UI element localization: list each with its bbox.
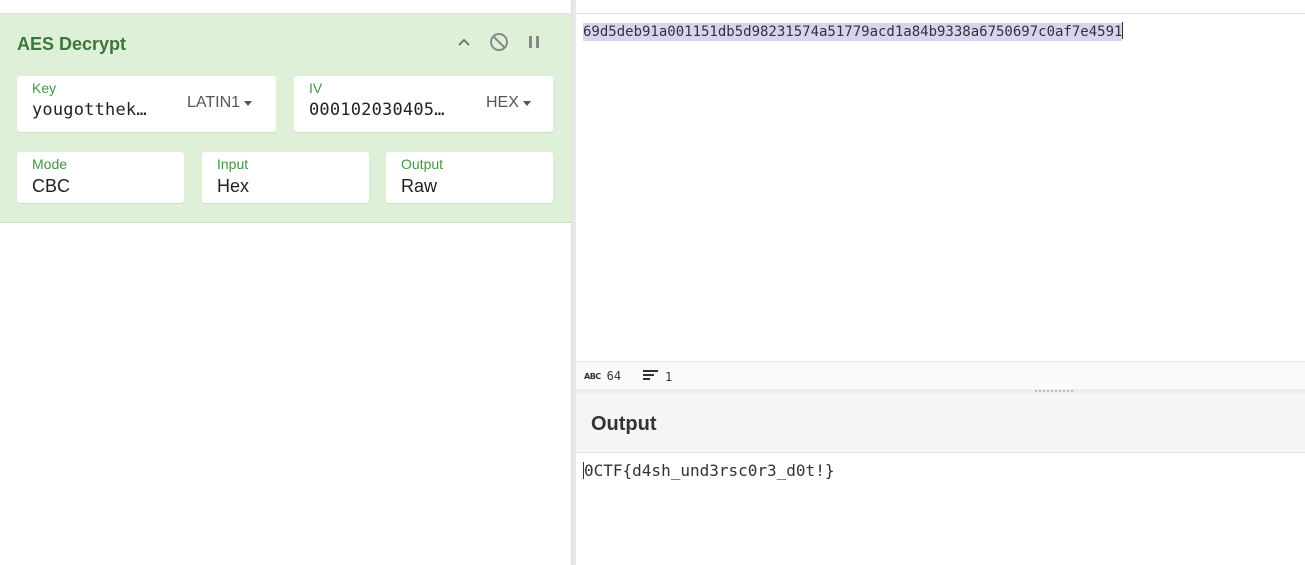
iv-encoding-dropdown[interactable]: HEX <box>486 94 531 112</box>
caret-down-icon <box>244 100 253 106</box>
input-text-selected: 69d5deb91a001151db5d98231574a51779acd1a8… <box>583 23 1123 41</box>
output-title: Output <box>591 413 657 435</box>
input-format-select[interactable]: Input Hex <box>202 152 369 203</box>
mode-select[interactable]: Mode CBC <box>17 152 184 203</box>
operation-title: AES Decrypt <box>17 34 127 54</box>
output-format-value: Raw <box>401 176 438 196</box>
char-count-stat: ABC 64 <box>584 369 621 383</box>
app-root: AES Decrypt Key yougotthek… LATIN1 IV 00… <box>0 0 1305 565</box>
input-format-value: Hex <box>217 176 250 196</box>
iv-field[interactable]: IV 000102030405… HEX <box>294 76 553 132</box>
io-pane: 69d5deb91a001151db5d98231574a51779acd1a8… <box>576 0 1305 565</box>
mode-label: Mode <box>32 156 68 172</box>
output-format-select[interactable]: Output Raw <box>386 152 553 203</box>
abc-icon: ABC <box>584 371 601 381</box>
key-input[interactable]: yougotthek… <box>32 100 162 120</box>
input-textarea[interactable]: 69d5deb91a001151db5d98231574a51779acd1a8… <box>583 22 1124 41</box>
input-format-label: Input <box>217 156 249 172</box>
output-text: 0CTF{d4sh_und3rsc0r3_d0t!} <box>584 461 835 480</box>
iv-encoding-label: HEX <box>486 94 519 111</box>
mode-value: CBC <box>32 176 71 196</box>
caret-down-icon <box>522 100 531 106</box>
iv-label: IV <box>309 80 323 96</box>
output-format-label: Output <box>401 156 444 172</box>
key-field[interactable]: Key yougotthek… LATIN1 <box>17 76 276 132</box>
output-textarea[interactable]: 0CTF{d4sh_und3rsc0r3_d0t!} <box>583 461 834 481</box>
disable-icon[interactable] <box>487 30 511 54</box>
recipe-pane: AES Decrypt Key yougotthek… LATIN1 IV 00… <box>0 0 571 565</box>
key-label: Key <box>32 80 57 96</box>
key-encoding-dropdown[interactable]: LATIN1 <box>187 94 253 112</box>
chevron-up-icon[interactable] <box>452 30 476 54</box>
char-count: 64 <box>606 369 622 383</box>
aes-decrypt-operation[interactable]: AES Decrypt Key yougotthek… LATIN1 IV 00… <box>0 14 571 223</box>
line-count-stat: 1 <box>643 369 672 384</box>
lines-icon <box>643 369 659 384</box>
recipe-header-strip <box>0 0 571 14</box>
output-header: Output <box>576 393 1305 453</box>
iv-input[interactable]: 000102030405… <box>309 100 459 120</box>
input-status-bar: ABC 64 1 <box>576 361 1305 390</box>
pause-icon[interactable] <box>522 30 546 54</box>
input-header-strip <box>576 0 1305 14</box>
key-encoding-label: LATIN1 <box>187 94 241 111</box>
text-cursor <box>1122 22 1124 39</box>
line-count: 1 <box>665 369 673 384</box>
